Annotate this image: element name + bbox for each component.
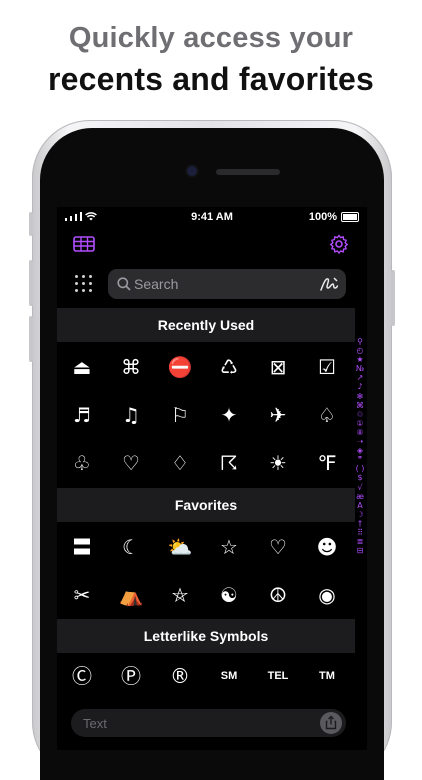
index-item[interactable]: ⠿ — [353, 528, 367, 537]
symbol-cell[interactable]: ☮ — [254, 571, 302, 619]
symbol-cell[interactable]: ◉ — [303, 571, 351, 619]
symbol-cell[interactable]: TEL — [254, 652, 302, 700]
grid-menu-icon[interactable] — [75, 275, 93, 293]
symbol-cell[interactable]: ℉ — [303, 439, 351, 487]
section-header-favorites: Favorites — [57, 488, 355, 522]
search-placeholder: Search — [134, 276, 179, 292]
symbol-cell[interactable]: ♤ — [303, 391, 351, 439]
text-input[interactable]: Text — [71, 709, 346, 737]
index-item[interactable]: √ — [353, 483, 367, 492]
app-screen: 9:41 AM 100% Search Recently Used ⏏ ⌘ ⛔ ♺ ⊠ ☑… — [57, 207, 367, 750]
symbol-cell[interactable]: ♫ — [107, 391, 155, 439]
symbol-cell[interactable]: Ⓟ — [107, 652, 155, 700]
handwriting-icon[interactable] — [320, 276, 338, 292]
symbol-cell[interactable]: ♧ — [58, 439, 106, 487]
index-item[interactable]: ⊟ — [353, 546, 367, 555]
gear-icon[interactable] — [329, 234, 349, 259]
index-item[interactable]: ⌘ — [353, 401, 367, 410]
symbol-cell[interactable]: ✈ — [254, 391, 302, 439]
index-item[interactable]: A — [353, 501, 367, 510]
symbol-cell[interactable]: ♡ — [107, 439, 155, 487]
battery-percent: 100% — [308, 211, 337, 223]
symbol-cell[interactable]: ⛔ — [156, 343, 204, 391]
index-item[interactable]: ⚲ — [353, 337, 367, 346]
symbol-cell[interactable]: SM — [205, 652, 253, 700]
symbol-cell[interactable]: ⏏ — [58, 343, 106, 391]
index-item[interactable]: ↗ — [353, 373, 367, 382]
index-item[interactable]: ❞ — [353, 455, 367, 464]
index-item[interactable]: $ — [353, 473, 367, 482]
index-item[interactable]: ★ — [353, 355, 367, 364]
symbol-cell[interactable]: ☻ — [303, 523, 351, 571]
symbol-cell[interactable]: ⚐ — [156, 391, 204, 439]
symbol-cell[interactable]: ☯ — [205, 571, 253, 619]
search-row: Search — [57, 265, 367, 305]
symbol-cell[interactable]: ✂ — [58, 571, 106, 619]
index-item[interactable]: ♪ — [353, 382, 367, 391]
symbol-cell[interactable]: ☾ — [107, 523, 155, 571]
section-header-letterlike: Letterlike Symbols — [57, 619, 355, 653]
symbol-cell[interactable]: ♺ — [205, 343, 253, 391]
symbol-cell[interactable]: Ⓒ — [58, 652, 106, 700]
index-item[interactable]: ☽ — [353, 510, 367, 519]
symbol-cell[interactable]: ✦ — [205, 391, 253, 439]
share-button[interactable] — [320, 712, 342, 734]
index-item[interactable]: ➝ — [353, 437, 367, 446]
symbol-cell[interactable]: ☆ — [205, 523, 253, 571]
index-item[interactable]: ♲ — [353, 410, 367, 419]
index-item[interactable]: ( ) — [353, 464, 367, 473]
symbol-cell[interactable]: ⊠ — [254, 343, 302, 391]
battery-icon — [341, 212, 359, 222]
symbol-cell[interactable]: ⛤ — [156, 571, 204, 619]
symbol-cell[interactable]: ♢ — [156, 439, 204, 487]
front-camera — [187, 166, 197, 176]
index-item[interactable]: ◴ — [353, 346, 367, 355]
text-placeholder: Text — [83, 716, 107, 731]
index-item[interactable]: ⑧ — [353, 428, 367, 437]
index-item[interactable]: ✻ — [353, 392, 367, 401]
symbol-cell[interactable]: TM — [303, 652, 351, 700]
symbol-cell[interactable]: ☀ — [254, 439, 302, 487]
index-item[interactable]: ≣ — [353, 537, 367, 546]
search-icon — [117, 277, 131, 291]
index-item[interactable]: † — [353, 519, 367, 528]
symbol-cell[interactable]: ♬ — [58, 391, 106, 439]
symbol-cell[interactable]: ☑ — [303, 343, 351, 391]
symbol-cell[interactable]: ♡ — [254, 523, 302, 571]
index-item[interactable]: ① — [353, 419, 367, 428]
speaker-grill — [216, 169, 280, 175]
symbol-cell[interactable]: ⌘ — [107, 343, 155, 391]
section-index-bar[interactable]: ⚲ ◴ ★ № ↗ ♪ ✻ ⌘ ♲ ① ⑧ ➝ ◈ ❞( ) $ √ æ A ☽ † ⠿ ≣ ⊟ — [353, 337, 367, 555]
index-item[interactable]: № — [353, 364, 367, 373]
symbol-cell[interactable]: 〓 — [58, 523, 106, 571]
symbol-cell[interactable]: ⛺ — [107, 571, 155, 619]
share-icon — [325, 715, 337, 730]
index-item[interactable]: ◈ — [353, 446, 367, 455]
status-bar: 9:41 AM 100% — [57, 207, 367, 227]
index-item[interactable]: æ — [353, 492, 367, 501]
symbol-cell[interactable]: ⛅ — [156, 523, 204, 571]
table-icon[interactable] — [73, 236, 95, 257]
search-input[interactable]: Search — [108, 269, 346, 299]
section-header-recent: Recently Used — [57, 308, 355, 342]
headline-line2: recents and favorites — [47, 61, 375, 97]
symbol-cell[interactable]: ☈ — [205, 439, 253, 487]
headline-line1: Quickly access your — [68, 22, 354, 54]
symbol-cell[interactable]: ® — [156, 652, 204, 700]
